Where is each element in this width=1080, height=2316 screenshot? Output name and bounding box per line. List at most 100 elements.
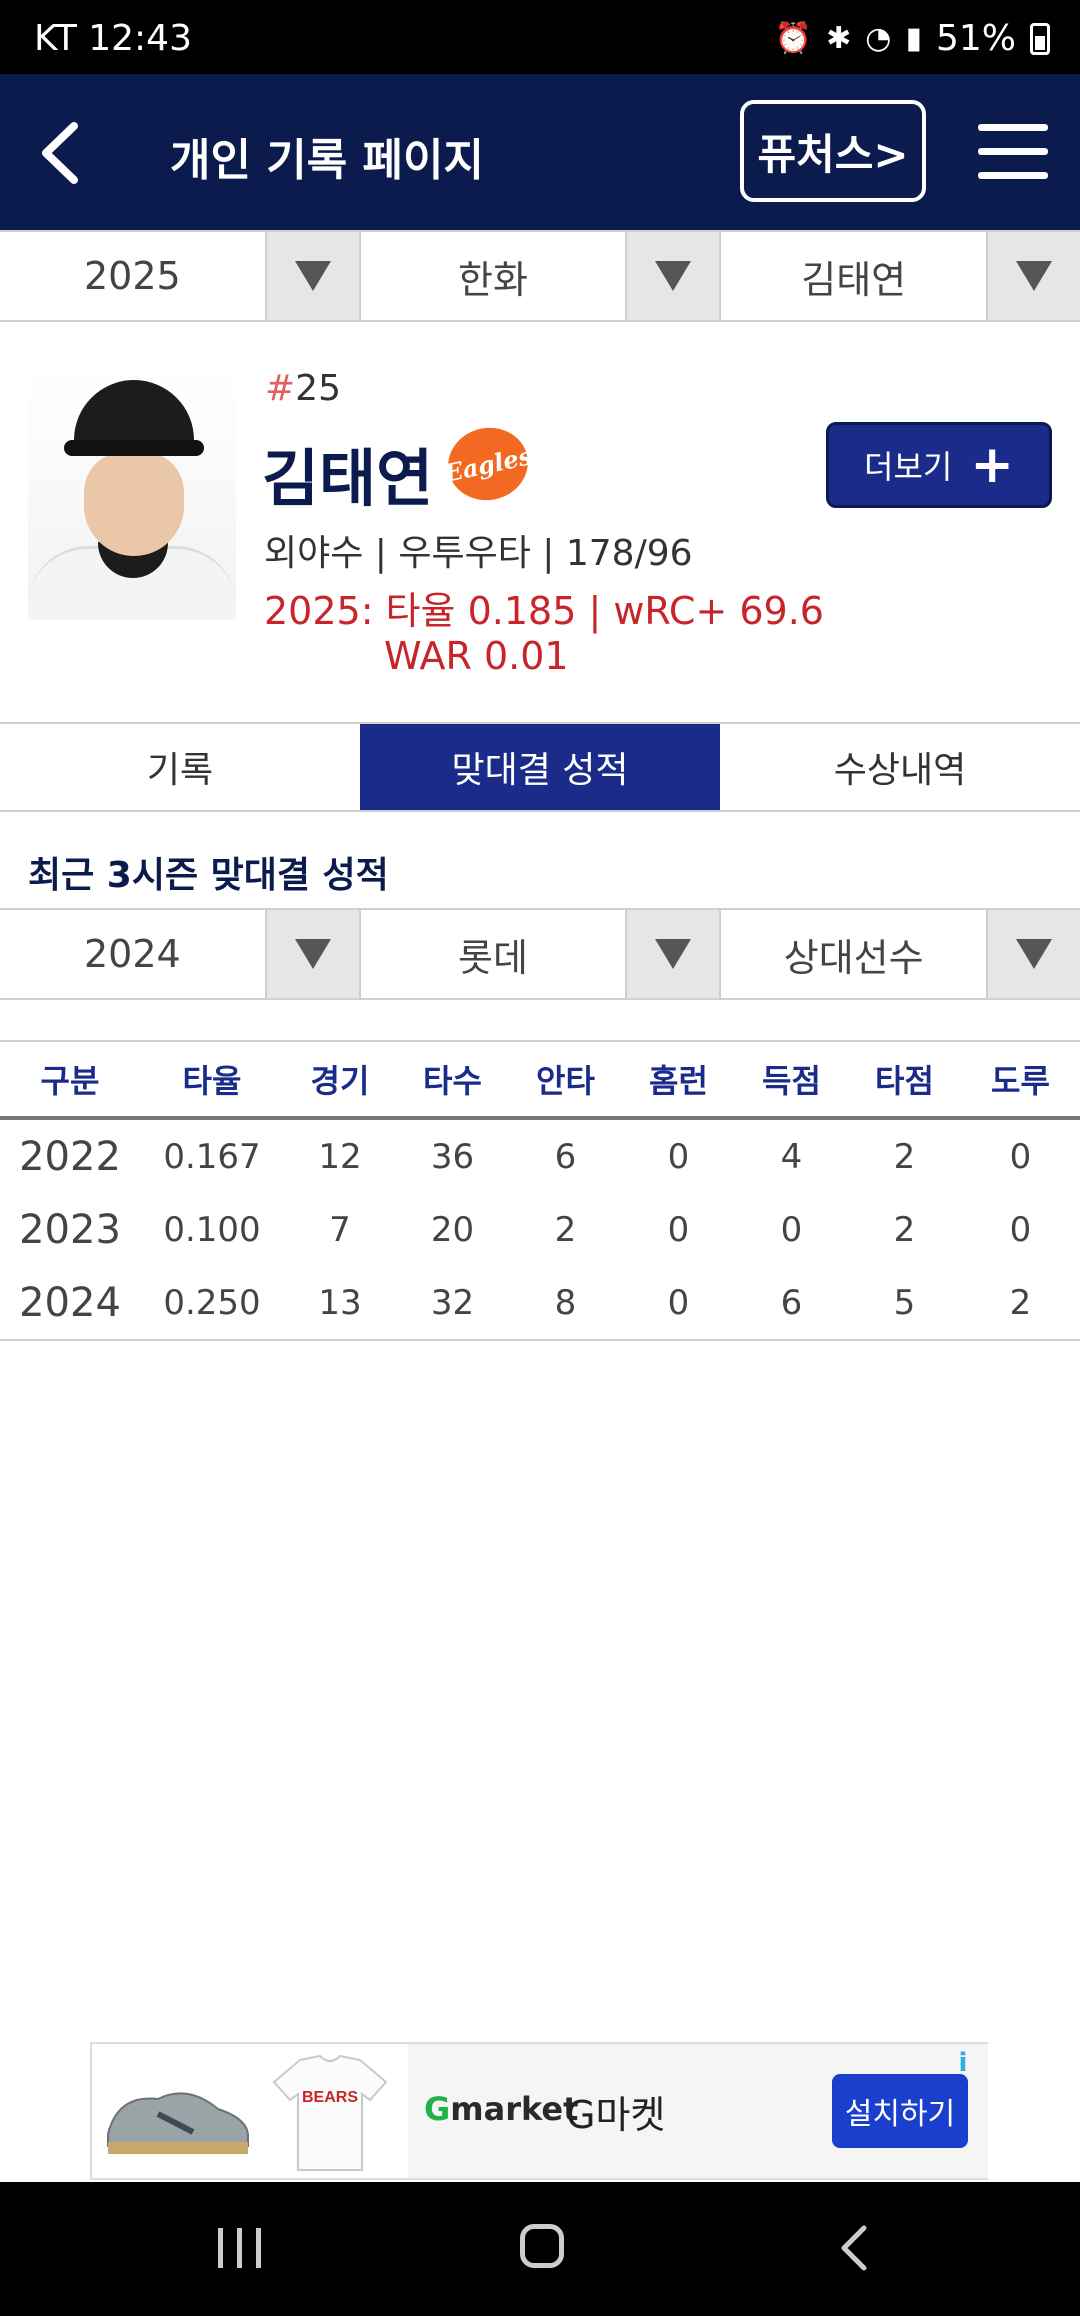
- page-title: 개인 기록 페이지: [170, 135, 484, 186]
- matchup-team-value: 롯데: [458, 935, 528, 980]
- player-number: #25: [265, 368, 341, 409]
- table-row: 2023 0.100 7 20 2 0 0 2 0: [0, 1193, 1080, 1266]
- opponent-value: 상대선수: [783, 935, 924, 980]
- season-stat-line: 2025: 타율 0.185 | wRC+ 69.6: [264, 589, 824, 633]
- table-cell: 12: [318, 1136, 362, 1177]
- dropdown-arrow-icon[interactable]: [264, 910, 359, 998]
- table-cell: 0.100: [163, 1209, 261, 1250]
- recent-apps-icon[interactable]: [218, 2228, 261, 2268]
- wifi-icon: ◔: [865, 21, 892, 56]
- table-cell: 32: [430, 1282, 475, 1323]
- dropdown-arrow-icon[interactable]: [986, 232, 1080, 320]
- plus-icon: +: [970, 435, 1014, 495]
- table-cell: 8: [554, 1282, 577, 1323]
- table-cell: 2024: [19, 1279, 121, 1326]
- table-row: 2024 0.250 13 32 8 0 6 5 2: [0, 1266, 1080, 1339]
- team-select-value: 한화: [458, 257, 528, 302]
- team-select[interactable]: 한화: [361, 232, 722, 320]
- table-cell: 0: [1009, 1209, 1032, 1250]
- player-info: 외야수 | 우투우타 | 178/96: [264, 533, 693, 574]
- matchup-year-select[interactable]: 2024: [0, 910, 361, 998]
- jersey-text: BEARS: [302, 2089, 358, 2106]
- table-cell: 0: [667, 1282, 690, 1323]
- table-cell: 6: [554, 1136, 577, 1177]
- matchup-year-value: 2024: [83, 932, 181, 976]
- col-header: 타수: [423, 1062, 482, 1100]
- table-cell: 36: [430, 1136, 475, 1177]
- table-cell: 0: [780, 1209, 803, 1250]
- battery-icon: [1030, 22, 1050, 55]
- year-select[interactable]: 2025: [0, 232, 361, 320]
- nav-back-icon[interactable]: [830, 2222, 882, 2274]
- table-row: 2022 0.167 12 36 6 0 4 2 0: [0, 1120, 1080, 1193]
- col-header: 타점: [875, 1062, 934, 1100]
- sneaker-image: [107, 2092, 249, 2154]
- table-cell: 7: [329, 1209, 351, 1250]
- table-header: 구분 타율 경기 타수 안타 홈런 득점 타점 도루: [0, 1040, 1080, 1120]
- table-cell: 2022: [19, 1133, 121, 1180]
- table-cell: 2: [1009, 1282, 1032, 1323]
- tab-awards[interactable]: 수상내역: [720, 724, 1080, 810]
- table-cell: 5: [893, 1282, 916, 1323]
- bluetooth-icon: ✱: [826, 21, 852, 56]
- table-cell: 2: [893, 1209, 916, 1250]
- tab-matchup[interactable]: 맞대결 성적: [360, 724, 720, 810]
- carrier-time: KT 12:43: [34, 18, 192, 59]
- tab-records[interactable]: 기록: [0, 724, 360, 810]
- more-button[interactable]: 더보기 +: [826, 422, 1052, 508]
- table-cell: 13: [318, 1282, 362, 1323]
- alarm-icon: ⏰: [774, 21, 813, 56]
- player-photo: [28, 368, 236, 620]
- player-name: 김태연: [262, 442, 434, 515]
- year-select-value: 2025: [83, 254, 181, 298]
- status-icons: ⏰ ✱ ◔ ▮ 51%: [775, 18, 1050, 59]
- battery-percent: 51%: [935, 18, 1016, 59]
- system-nav-bar: [0, 2182, 1080, 2316]
- table-cell: 0: [667, 1209, 690, 1250]
- table-cell: 0.250: [163, 1282, 261, 1323]
- back-arrow-icon[interactable]: [34, 118, 94, 188]
- dropdown-arrow-icon[interactable]: [625, 232, 720, 320]
- gmarket-logo: Gmarket: [424, 2090, 579, 2128]
- ad-app-name: G마켓: [566, 2093, 666, 2137]
- jersey-image: BEARS: [272, 2054, 388, 2171]
- dropdown-arrow-icon[interactable]: [986, 910, 1080, 998]
- table-cell: 0: [667, 1136, 690, 1177]
- matchup-team-select[interactable]: 롯데: [361, 910, 722, 998]
- tab-bar: 기록 맞대결 성적 수상내역: [0, 722, 1080, 812]
- hamburger-menu-icon[interactable]: [978, 124, 1048, 180]
- col-header: 홈런: [649, 1062, 708, 1100]
- col-header: 타율: [182, 1062, 242, 1100]
- player-select[interactable]: 김태연: [721, 232, 1080, 320]
- install-button[interactable]: 설치하기: [832, 2074, 968, 2148]
- col-header: 구분: [40, 1062, 100, 1100]
- opponent-select[interactable]: 상대선수: [721, 910, 1080, 998]
- col-header: 득점: [762, 1062, 821, 1100]
- table-cell: 4: [780, 1136, 803, 1177]
- table-cell: 20: [430, 1209, 475, 1250]
- war-stat-line: WAR 0.01: [384, 634, 569, 678]
- ad-banner[interactable]: BEARS Gmarket G마켓 설치하기 i: [90, 2042, 988, 2180]
- dropdown-arrow-icon[interactable]: [625, 910, 720, 998]
- status-bar: KT 12:43 ⏰ ✱ ◔ ▮ 51%: [0, 0, 1080, 74]
- app-header: 개인 기록 페이지 퓨처스>: [0, 74, 1080, 230]
- signal-icon: ▮: [905, 21, 922, 56]
- home-icon[interactable]: [520, 2224, 564, 2268]
- table-cell: 0.167: [163, 1136, 261, 1177]
- player-select-value: 김태연: [801, 257, 907, 302]
- futures-button[interactable]: 퓨처스>: [740, 100, 926, 202]
- col-header: 경기: [310, 1062, 370, 1100]
- table-cell: 2023: [19, 1206, 121, 1253]
- col-header: 안타: [536, 1062, 595, 1100]
- more-button-label: 더보기: [864, 448, 953, 486]
- dropdown-arrow-icon[interactable]: [264, 232, 359, 320]
- table-cell: 2: [893, 1136, 916, 1177]
- col-header: 도루: [991, 1062, 1050, 1100]
- table-cell: 6: [780, 1282, 803, 1323]
- table-cell: 2: [554, 1209, 577, 1250]
- top-filter-row: 2025 한화 김태연: [0, 230, 1080, 322]
- ad-info-icon[interactable]: i: [946, 2048, 980, 2082]
- table-cell: 0: [1009, 1136, 1032, 1177]
- section-title: 최근 3시즌 맞대결 성적: [28, 855, 389, 896]
- team-logo: Eagles: [441, 420, 535, 508]
